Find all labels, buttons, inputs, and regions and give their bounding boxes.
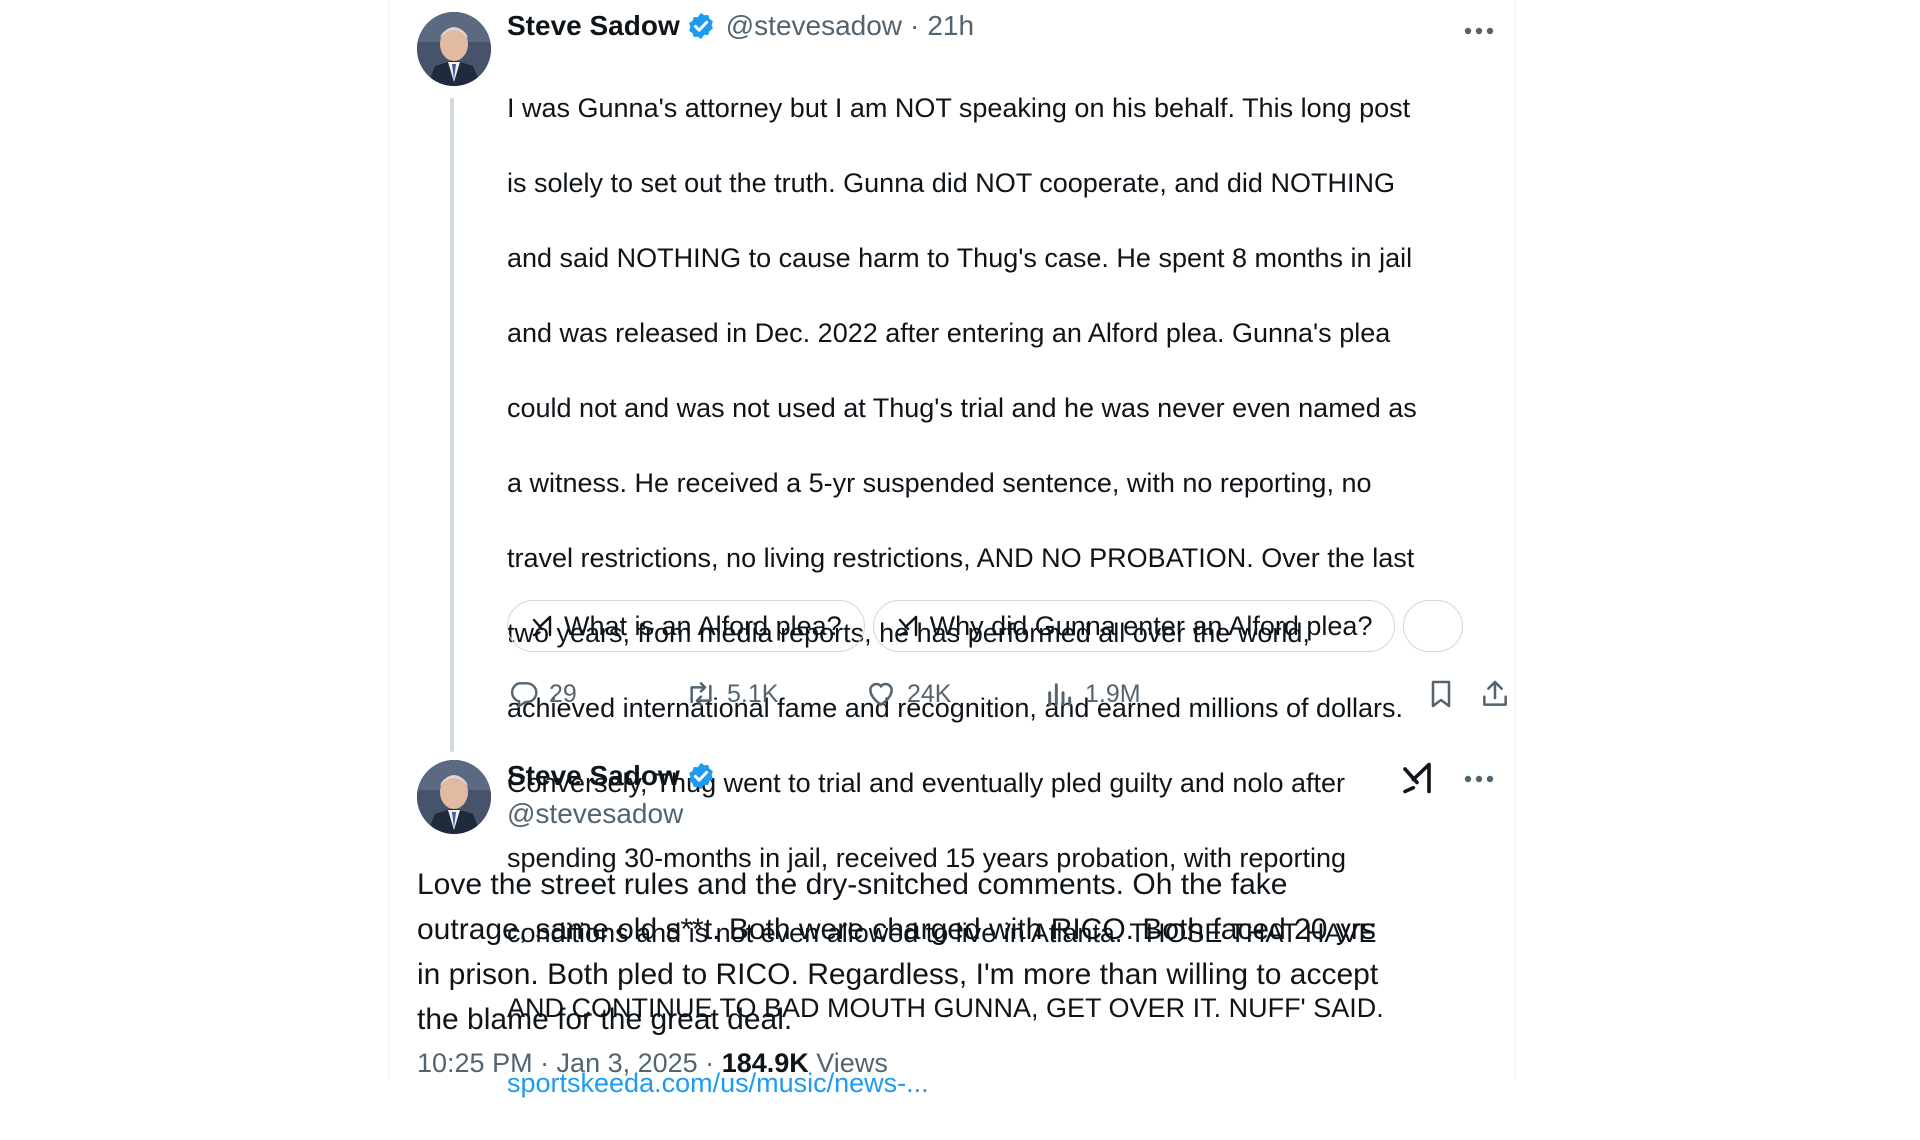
grok-icon	[532, 615, 552, 637]
tweet-2-meta: 10:25 PM · Jan 3, 2025 · 184.9K Views	[417, 1048, 888, 1079]
bookmark-icon	[1431, 680, 1451, 708]
text-line: and was released in Dec. 2022 after ente…	[507, 317, 1391, 348]
text-line: a witness. He received a 5-yr suspended …	[507, 467, 1372, 498]
grok-chip-overflow[interactable]	[1403, 600, 1464, 652]
display-name[interactable]: Steve Sadow	[507, 10, 680, 42]
tweet-2-body: Love the street rules and the dry-snitch…	[417, 862, 1497, 1042]
avatar[interactable]	[417, 760, 491, 834]
reply-icon	[510, 682, 538, 709]
tweet-1-header: Steve Sadow @stevesadow · 21h	[507, 10, 974, 42]
text-line: the blame for the great deal.	[417, 1003, 793, 1036]
reply-count: 29	[549, 679, 577, 708]
tweet-1[interactable]: Steve Sadow @stevesadow · 21h I was Gunn…	[389, 0, 1515, 1098]
tweet-thread: Steve Sadow @stevesadow · 21h I was Gunn…	[388, 0, 1516, 1098]
grok-chip-alford-plea[interactable]: What is an Alford plea?	[507, 600, 865, 652]
more-options-icon[interactable]	[1459, 16, 1499, 46]
grok-chip-label: What is an Alford plea?	[564, 610, 842, 641]
views-label: Views	[816, 1048, 888, 1078]
grok-chip-label: Why did Gunna enter an Alford plea?	[929, 610, 1373, 641]
share-button[interactable]	[1479, 678, 1511, 710]
verified-badge-icon	[686, 11, 716, 41]
tweet-2-name-row: Steve Sadow	[507, 760, 716, 792]
thread-connector-line	[450, 98, 454, 752]
views-count: 1.9M	[1085, 679, 1141, 708]
reply-button[interactable]: 29	[507, 678, 577, 710]
text-line: and said NOTHING to cause harm to Thug's…	[507, 242, 1413, 273]
handle[interactable]: @stevesadow	[507, 798, 683, 830]
text-line: I was Gunna's attorney but I am NOT spea…	[507, 92, 1411, 123]
grok-icon	[898, 615, 917, 637]
repost-count: 5.1K	[727, 679, 779, 708]
views-count: 184.9K	[721, 1048, 809, 1078]
views-button[interactable]: 1.9M	[1043, 678, 1141, 710]
text-line: in prison. Both pled to RICO. Regardless…	[417, 958, 1379, 991]
post-timestamp[interactable]: 10:25 PM · Jan 3, 2025 ·	[417, 1048, 714, 1078]
timestamp[interactable]: 21h	[927, 10, 974, 42]
text-line: travel restrictions, no living restricti…	[507, 542, 1415, 573]
grok-chip-why-alford[interactable]: Why did Gunna enter an Alford plea?	[872, 600, 1396, 652]
grok-suggestions: What is an Alford plea? Why did Gunna en…	[507, 600, 1507, 656]
separator-dot: ·	[910, 10, 920, 41]
like-button[interactable]: 24K	[865, 678, 951, 710]
tweet-2-handle-row: @stevesadow	[507, 798, 683, 830]
bookmark-button[interactable]	[1425, 678, 1457, 710]
like-count: 24K	[907, 679, 952, 708]
views-icon	[1048, 683, 1072, 707]
avatar[interactable]	[417, 12, 491, 86]
more-options-icon[interactable]	[1459, 764, 1499, 794]
text-line: could not and was not used at Thug's tri…	[507, 392, 1417, 423]
repost-button[interactable]: 5.1K	[685, 678, 778, 710]
handle[interactable]: @stevesadow	[726, 10, 902, 42]
verified-badge-icon	[686, 761, 716, 791]
display-name[interactable]: Steve Sadow	[507, 760, 680, 792]
like-icon	[869, 682, 893, 707]
grok-icon[interactable]	[1399, 760, 1439, 800]
tweet-1-actions: 29 5.1K 24K 1.9M	[507, 678, 1507, 718]
repost-icon	[690, 682, 712, 706]
text-line: outrage, same old s**t. Both were charge…	[417, 913, 1376, 946]
share-icon	[1483, 680, 1507, 706]
text-line: is solely to set out the truth. Gunna di…	[507, 167, 1395, 198]
text-line: Love the street rules and the dry-snitch…	[417, 868, 1288, 901]
